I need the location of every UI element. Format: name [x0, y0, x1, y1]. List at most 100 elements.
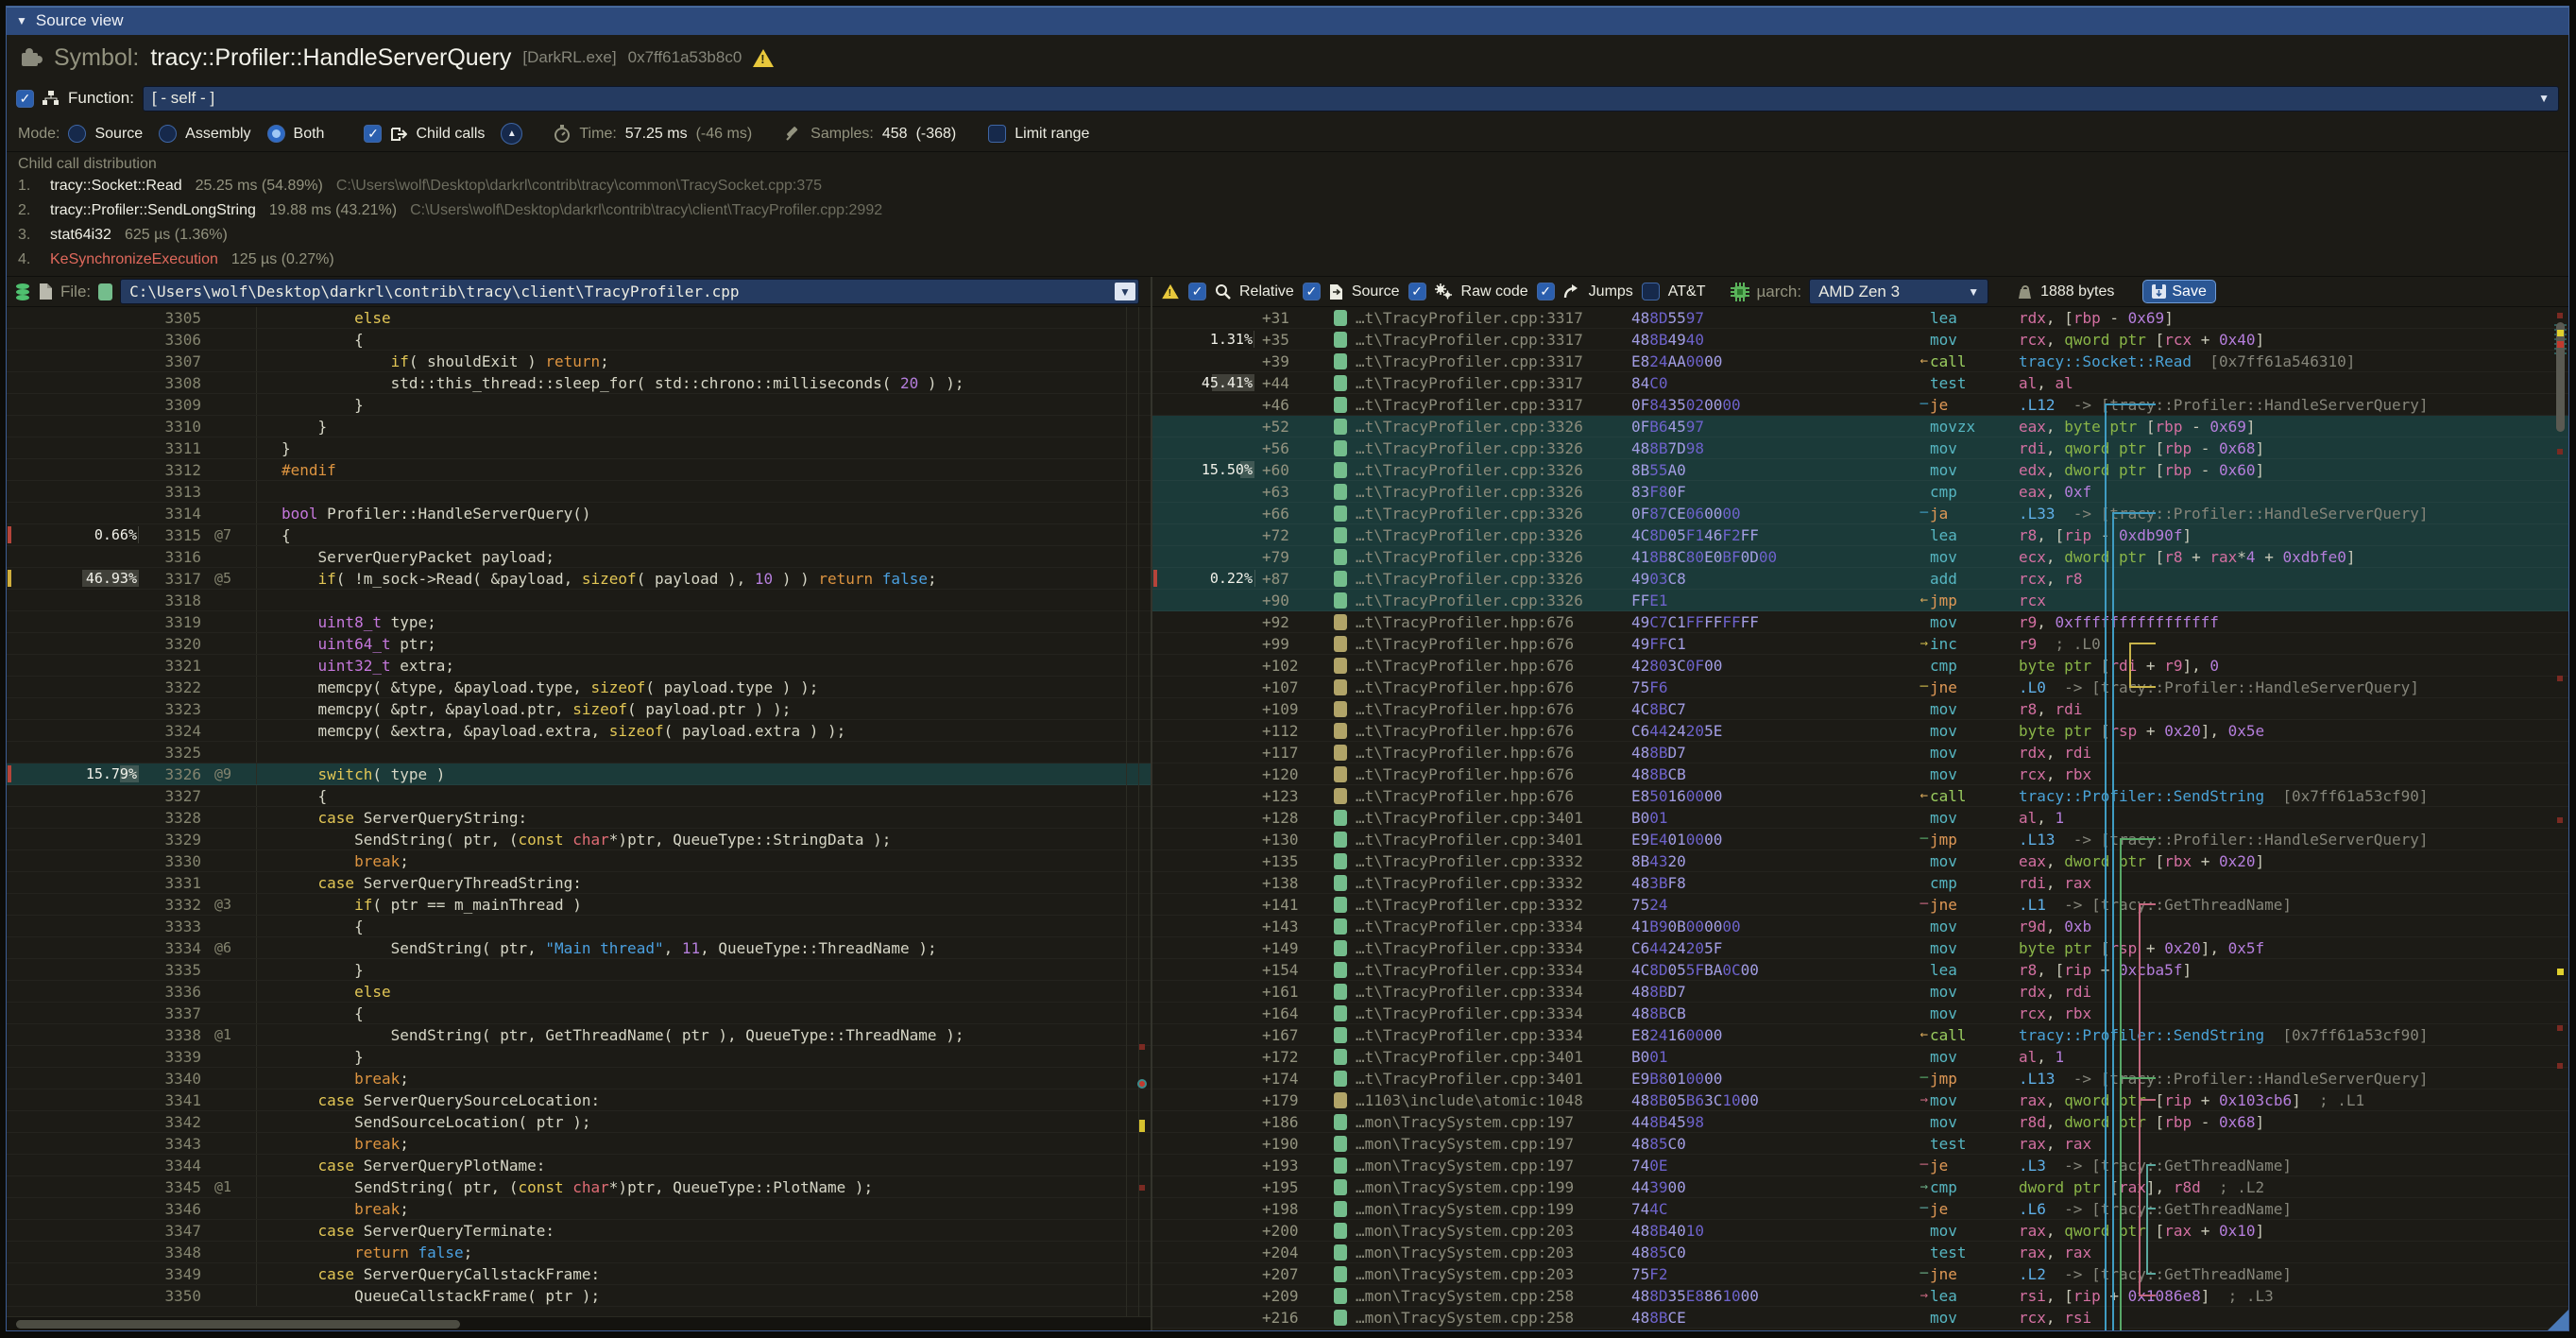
asm-row[interactable]: 45.41%+44…t\TracyProfiler.cpp:331784C0te…: [1152, 372, 2568, 394]
asm-location[interactable]: …mon\TracySystem.cpp:203: [1356, 1244, 1631, 1261]
asm-mnemonic[interactable]: test: [1930, 1244, 2019, 1261]
asm-row[interactable]: +161…t\TracyProfiler.cpp:3334488BD7movrd…: [1152, 981, 2568, 1003]
asm-mnemonic[interactable]: cmp: [1930, 483, 2019, 501]
asm-row[interactable]: +174…t\TracyProfiler.cpp:3401E9B8010000─…: [1152, 1068, 2568, 1089]
source-line[interactable]: 3341 case ServerQuerySourceLocation:: [7, 1089, 1151, 1111]
child-calls-checkbox[interactable]: ✓: [364, 125, 382, 143]
asm-row[interactable]: +204…mon\TracySystem.cpp:2034885C0testra…: [1152, 1242, 2568, 1263]
asm-mnemonic[interactable]: mov: [1930, 331, 2019, 349]
asm-location[interactable]: …t\TracyProfiler.cpp:3317: [1356, 352, 1631, 370]
asm-mnemonic[interactable]: je: [1930, 1200, 2019, 1218]
asm-location[interactable]: …t\TracyProfiler.cpp:3326: [1356, 439, 1631, 457]
source-line[interactable]: 3324 memcpy( &extra, &payload.extra, siz…: [7, 720, 1151, 742]
option-label[interactable]: Jumps: [1589, 283, 1633, 300]
asm-mnemonic[interactable]: mov: [1930, 548, 2019, 566]
asm-row[interactable]: +149…t\TracyProfiler.cpp:3334C64424205Fm…: [1152, 937, 2568, 959]
source-scrollbar[interactable]: [1126, 307, 1151, 1316]
asm-mnemonic[interactable]: call: [1930, 352, 2019, 370]
asm-row[interactable]: +179…1103\include\atomic:1048488B05B63C1…: [1152, 1089, 2568, 1111]
source-line[interactable]: 3327 {: [7, 785, 1151, 807]
source-line[interactable]: 3336 else: [7, 981, 1151, 1003]
asm-mnemonic[interactable]: mov: [1930, 918, 2019, 935]
source-line[interactable]: 3318: [7, 590, 1151, 611]
asm-row[interactable]: +123…t\TracyProfiler.hpp:676E850160000←c…: [1152, 785, 2568, 807]
asm-location[interactable]: …t\TracyProfiler.cpp:3326: [1356, 526, 1631, 544]
ccd-row[interactable]: 1.tracy::Socket::Read25.25 ms (54.89%)C:…: [18, 178, 2557, 202]
asm-location[interactable]: …t\TracyProfiler.cpp:3332: [1356, 896, 1631, 914]
source-line[interactable]: 0.66%3315@7{: [7, 524, 1151, 546]
asm-location[interactable]: …t\TracyProfiler.cpp:3334: [1356, 1026, 1631, 1044]
uarch-select[interactable]: AMD Zen 3 ▼: [1809, 279, 1988, 304]
source-line[interactable]: 3340 break;: [7, 1068, 1151, 1089]
asm-location[interactable]: …mon\TracySystem.cpp:197: [1356, 1157, 1631, 1175]
source-line[interactable]: 3314bool Profiler::HandleServerQuery(): [7, 503, 1151, 524]
source-line[interactable]: 3345@1 SendString( ptr, (const char*)ptr…: [7, 1176, 1151, 1198]
asm-row[interactable]: +99…t\TracyProfiler.hpp:67649FFC1→incr9 …: [1152, 633, 2568, 655]
asm-row[interactable]: 0.22%+87…t\TracyProfiler.cpp:33264903C8a…: [1152, 568, 2568, 590]
source-line[interactable]: 3337 {: [7, 1003, 1151, 1024]
asm-row[interactable]: +207…mon\TracySystem.cpp:20375F2─jne.L2 …: [1152, 1263, 2568, 1285]
source-line[interactable]: 3322 memcpy( &type, &payload.type, sizeo…: [7, 677, 1151, 698]
source-line[interactable]: 3330 break;: [7, 850, 1151, 872]
save-button[interactable]: Save: [2142, 280, 2215, 303]
asm-mnemonic[interactable]: mov: [1930, 439, 2019, 457]
source-line[interactable]: 3307 if( shouldExit ) return;: [7, 351, 1151, 372]
asm-location[interactable]: …t\TracyProfiler.hpp:676: [1356, 722, 1631, 740]
asm-row[interactable]: +109…t\TracyProfiler.hpp:6764C8BC7movr8,…: [1152, 698, 2568, 720]
asm-row[interactable]: +200…mon\TracySystem.cpp:203488B4010movr…: [1152, 1220, 2568, 1242]
asm-mnemonic[interactable]: movzx: [1930, 418, 2019, 436]
asm-location[interactable]: …t\TracyProfiler.cpp:3326: [1356, 461, 1631, 479]
asm-location[interactable]: …mon\TracySystem.cpp:199: [1356, 1200, 1631, 1218]
source-line[interactable]: 3328 case ServerQueryString:: [7, 807, 1151, 829]
mode-radio-label[interactable]: Assembly: [185, 126, 250, 143]
asm-row[interactable]: +143…t\TracyProfiler.cpp:333441B90B00000…: [1152, 916, 2568, 937]
asm-location[interactable]: …t\TracyProfiler.hpp:676: [1356, 700, 1631, 718]
asm-mnemonic[interactable]: lea: [1930, 1287, 2019, 1305]
asm-mnemonic[interactable]: add: [1930, 570, 2019, 588]
asm-location[interactable]: …t\TracyProfiler.cpp:3401: [1356, 1070, 1631, 1088]
asm-location[interactable]: …t\TracyProfiler.cpp:3332: [1356, 874, 1631, 892]
asm-location[interactable]: …t\TracyProfiler.cpp:3326: [1356, 592, 1631, 609]
asm-location[interactable]: …mon\TracySystem.cpp:197: [1356, 1135, 1631, 1153]
asm-location[interactable]: …t\TracyProfiler.hpp:676: [1356, 744, 1631, 762]
asm-location[interactable]: …t\TracyProfiler.hpp:676: [1356, 678, 1631, 696]
mode-radio-both[interactable]: [267, 125, 285, 143]
ccd-row[interactable]: 3.stat64i32625 µs (1.36%): [18, 227, 2557, 251]
asm-location[interactable]: …t\TracyProfiler.cpp:3326: [1356, 570, 1631, 588]
source-line[interactable]: 3309 }: [7, 394, 1151, 416]
asm-mnemonic[interactable]: jne: [1930, 896, 2019, 914]
source-line[interactable]: 3350 QueueCallstackFrame( ptr );: [7, 1285, 1151, 1307]
asm-mnemonic[interactable]: cmp: [1930, 657, 2019, 675]
asm-mnemonic[interactable]: je: [1930, 1157, 2019, 1175]
asm-row[interactable]: +154…t\TracyProfiler.cpp:33344C8D055FBA0…: [1152, 959, 2568, 981]
mode-radio-label[interactable]: Source: [94, 126, 143, 143]
asm-location[interactable]: …t\TracyProfiler.cpp:3317: [1356, 396, 1631, 414]
asm-location[interactable]: …t\TracyProfiler.hpp:676: [1356, 765, 1631, 783]
source-line[interactable]: 3319 uint8_t type;: [7, 611, 1151, 633]
asm-row[interactable]: +167…t\TracyProfiler.cpp:3334E824160000←…: [1152, 1024, 2568, 1046]
asm-location[interactable]: …mon\TracySystem.cpp:258: [1356, 1287, 1631, 1305]
relative-checkbox[interactable]: ✓: [1188, 283, 1206, 300]
asm-location[interactable]: …t\TracyProfiler.cpp:3317: [1356, 331, 1631, 349]
asm-location[interactable]: …1103\include\atomic:1048: [1356, 1091, 1631, 1109]
asm-row[interactable]: +198…mon\TracySystem.cpp:199744C─je.L6 -…: [1152, 1198, 2568, 1220]
source-line[interactable]: 3343 break;: [7, 1133, 1151, 1155]
asm-location[interactable]: …t\TracyProfiler.hpp:676: [1356, 657, 1631, 675]
asm-location[interactable]: …t\TracyProfiler.cpp:3317: [1356, 309, 1631, 327]
source-line[interactable]: 3312#endif: [7, 459, 1151, 481]
source-line[interactable]: 3305 else: [7, 307, 1151, 329]
asm-location[interactable]: …t\TracyProfiler.cpp:3334: [1356, 983, 1631, 1001]
asm-row[interactable]: 15.50%+60…t\TracyProfiler.cpp:33268B55A0…: [1152, 459, 2568, 481]
mode-radio-label[interactable]: Both: [294, 126, 325, 143]
asm-location[interactable]: …t\TracyProfiler.cpp:3334: [1356, 918, 1631, 935]
source-line[interactable]: 3344 case ServerQueryPlotName:: [7, 1155, 1151, 1176]
asm-row[interactable]: +117…t\TracyProfiler.hpp:676488BD7movrdx…: [1152, 742, 2568, 763]
asm-mnemonic[interactable]: mov: [1930, 809, 2019, 827]
source-line[interactable]: 3349 case ServerQueryCallstackFrame:: [7, 1263, 1151, 1285]
asm-mnemonic[interactable]: mov: [1930, 1004, 2019, 1022]
asm-row[interactable]: +39…t\TracyProfiler.cpp:3317E824AA0000←c…: [1152, 351, 2568, 372]
child-calls-label[interactable]: Child calls: [416, 126, 485, 143]
source-line[interactable]: 3333 {: [7, 916, 1151, 937]
asm-mnemonic[interactable]: jmp: [1930, 1070, 2019, 1088]
limit-range-checkbox[interactable]: [988, 125, 1006, 143]
